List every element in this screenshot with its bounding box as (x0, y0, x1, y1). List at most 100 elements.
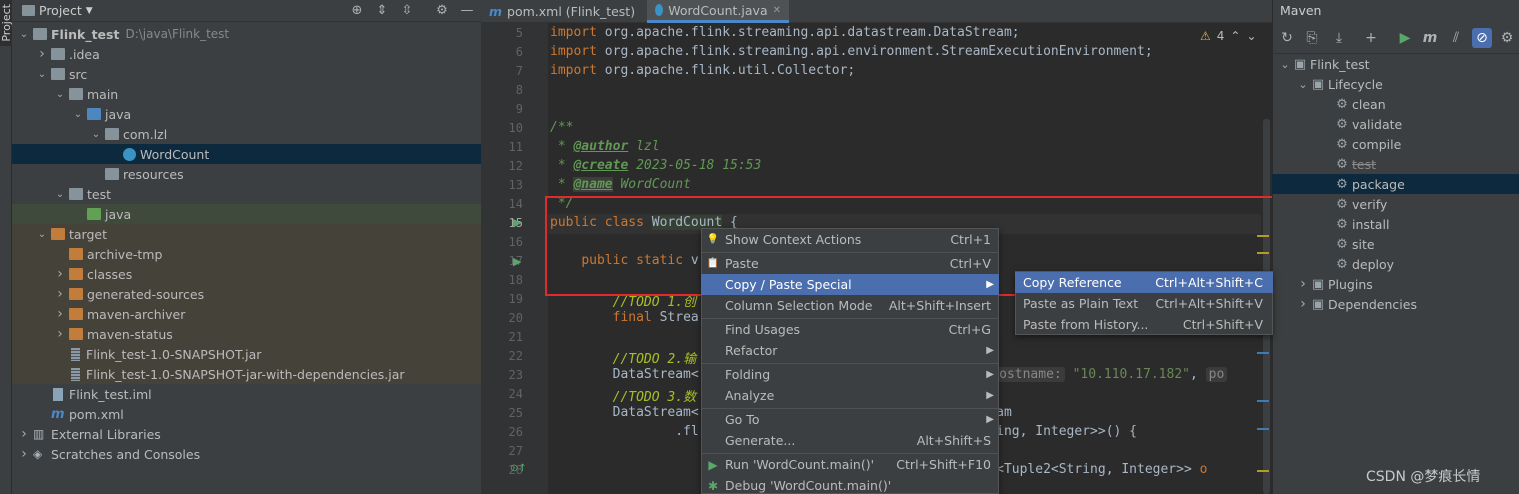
execute-goal-icon[interactable]: m (1420, 28, 1440, 48)
chevron-down-icon[interactable]: ⌄ (1278, 58, 1292, 71)
tree-item[interactable]: Flink_test-1.0-SNAPSHOT.jar (12, 344, 481, 364)
run-gutter-icon[interactable]: ▶ (513, 255, 521, 268)
tree-item[interactable]: ⌄ target (12, 224, 481, 244)
tree-item[interactable]: › ◈ Scratches and Consoles (12, 444, 481, 464)
usage-marker[interactable] (1257, 428, 1269, 430)
chevron-down-icon[interactable]: ⌄ (18, 29, 30, 40)
tree-item[interactable]: Flink_test-1.0-SNAPSHOT-jar-with-depende… (12, 364, 481, 384)
maven-tree-item[interactable]: ⚙ site (1272, 234, 1519, 254)
menu-item[interactable]: Generate... Alt+Shift+S (701, 430, 999, 451)
code-line[interactable]: import org.apache.flink.util.Collector; (550, 63, 855, 78)
maven-tree-item[interactable]: ⚙ install (1272, 214, 1519, 234)
code-line[interactable]: /** (550, 120, 573, 135)
project-tool-button[interactable]: Project (0, 0, 13, 46)
chevron-down-icon[interactable]: ⌄ (1296, 78, 1310, 91)
chevron-down-icon[interactable]: ⌄ (54, 189, 66, 200)
tree-item[interactable]: ⌄ Flink_test D:\java\Flink_test (12, 24, 481, 44)
tree-item[interactable]: archive-tmp (12, 244, 481, 264)
collapse-all-icon[interactable]: ⇳ (399, 3, 415, 19)
submenu-item[interactable]: Copy Reference Ctrl+Alt+Shift+C (1015, 272, 1273, 293)
chevron-right-icon[interactable]: › (18, 446, 30, 462)
menu-item[interactable]: Find Usages Ctrl+G (701, 319, 999, 340)
tree-item[interactable]: Flink_test.iml (12, 384, 481, 404)
chevron-right-icon[interactable]: › (54, 286, 66, 302)
tree-item[interactable]: › .idea (12, 44, 481, 64)
code-line[interactable]: //TODO 2.输 (550, 348, 696, 367)
generate-sources-icon[interactable]: ⎘ (1302, 28, 1322, 48)
menu-item[interactable]: Analyze ▶ (701, 385, 999, 406)
tab-wordcount-java[interactable]: WordCount.java ✕ (647, 0, 789, 23)
chevron-down-icon[interactable]: ⌄ (36, 69, 48, 80)
code-line[interactable]: * @author lzl (550, 139, 660, 154)
menu-item[interactable]: ▶ Run 'WordCount.main()' Ctrl+Shift+F10 (701, 454, 999, 475)
chevron-right-icon[interactable]: › (54, 306, 66, 322)
menu-item[interactable]: ✱ Debug 'WordCount.main()' (701, 475, 999, 494)
override-gutter-icon[interactable]: ⊙↑ (510, 463, 527, 474)
warning-marker[interactable] (1257, 470, 1269, 472)
menu-item[interactable]: Refactor ▶ (701, 340, 999, 361)
chevron-right-icon[interactable]: › (36, 46, 48, 62)
submenu-item[interactable]: Paste as Plain Text Ctrl+Alt+Shift+V (1015, 293, 1273, 314)
tree-item[interactable]: resources (12, 164, 481, 184)
next-highlight-icon[interactable]: ⌄ (1246, 29, 1256, 43)
tree-item[interactable]: m pom.xml (12, 404, 481, 424)
tree-item[interactable]: ⌄ com.lzl (12, 124, 481, 144)
tree-item[interactable]: ⌄ src (12, 64, 481, 84)
hide-icon[interactable]: — (459, 3, 475, 19)
chevron-right-icon[interactable]: › (54, 326, 66, 342)
menu-item[interactable]: Copy / Paste Special ▶ (701, 274, 999, 295)
chevron-right-icon[interactable]: › (54, 266, 66, 282)
maven-tree-item[interactable]: ⚙ verify (1272, 194, 1519, 214)
maven-tree-item[interactable]: ⚙ test (1272, 154, 1519, 174)
usage-marker[interactable] (1257, 400, 1269, 402)
gear-icon[interactable]: ⚙ (434, 3, 450, 19)
menu-item[interactable]: 💡 Show Context Actions Ctrl+1 (701, 229, 999, 250)
tree-item[interactable]: ⌄ main (12, 84, 481, 104)
maven-tree-item[interactable]: › ▣ Dependencies (1272, 294, 1519, 314)
run-icon[interactable]: ▶ (1395, 28, 1415, 48)
run-gutter-icon[interactable]: ▶ (513, 216, 521, 229)
tree-item[interactable]: java (12, 204, 481, 224)
maven-tree-item[interactable]: ⚙ clean (1272, 94, 1519, 114)
download-icon[interactable]: ⤓ (1329, 28, 1349, 48)
tree-item[interactable]: ⌄ java (12, 104, 481, 124)
add-icon[interactable]: + (1361, 28, 1381, 48)
project-view-selector[interactable]: Project ▼ (22, 3, 93, 18)
tree-item[interactable]: › classes (12, 264, 481, 284)
maven-tree-item[interactable]: ⚙ validate (1272, 114, 1519, 134)
tree-item[interactable]: › maven-status (12, 324, 481, 344)
tree-item[interactable]: › maven-archiver (12, 304, 481, 324)
chevron-right-icon[interactable]: › (18, 426, 30, 442)
maven-tree-item[interactable]: ⌄ ▣ Lifecycle (1272, 74, 1519, 94)
chevron-right-icon[interactable]: › (1296, 296, 1310, 312)
code-line[interactable]: * @create 2023-05-18 15:53 (550, 158, 762, 173)
chevron-down-icon[interactable]: ⌄ (72, 109, 84, 120)
code-line[interactable]: import org.apache.flink.streaming.api.en… (550, 44, 1153, 59)
maven-tree-item[interactable]: ⚙ compile (1272, 134, 1519, 154)
expand-all-icon[interactable]: ⇕ (374, 3, 390, 19)
tree-item[interactable]: ⌄ test (12, 184, 481, 204)
menu-item[interactable]: Folding ▶ (701, 364, 999, 385)
toggle-offline-icon[interactable]: ⫽ (1446, 28, 1466, 48)
close-icon[interactable]: ✕ (773, 5, 781, 16)
tree-item[interactable]: WordCount (12, 144, 481, 164)
chevron-down-icon[interactable]: ⌄ (54, 89, 66, 100)
menu-item[interactable]: Column Selection Mode Alt+Shift+Insert (701, 295, 999, 316)
prev-highlight-icon[interactable]: ⌃ (1230, 29, 1240, 43)
crosshair-icon[interactable]: ⊕ (349, 3, 365, 19)
usage-marker[interactable] (1257, 352, 1269, 354)
code-line[interactable]: import org.apache.flink.streaming.api.da… (550, 25, 1020, 40)
tree-item[interactable]: › ▥ External Libraries (12, 424, 481, 444)
code-line[interactable]: //TODO 3.数 (550, 386, 696, 405)
settings-icon[interactable]: ⚙ (1497, 28, 1517, 48)
maven-tree-item[interactable]: ⚙ package (1272, 174, 1519, 194)
tree-item[interactable]: › generated-sources (12, 284, 481, 304)
reload-icon[interactable]: ↻ (1277, 28, 1297, 48)
code-line[interactable]: * @name WordCount (550, 177, 691, 192)
chevron-down-icon[interactable]: ⌄ (36, 229, 48, 240)
inspection-widget[interactable]: ⚠ 4 ⌃ ⌄ (1200, 29, 1257, 43)
tab-pom-xml[interactable]: m pom.xml (Flink_test) (481, 0, 647, 23)
chevron-right-icon[interactable]: › (1296, 276, 1310, 292)
maven-tree-item[interactable]: ⚙ deploy (1272, 254, 1519, 274)
maven-tree-item[interactable]: › ▣ Plugins (1272, 274, 1519, 294)
